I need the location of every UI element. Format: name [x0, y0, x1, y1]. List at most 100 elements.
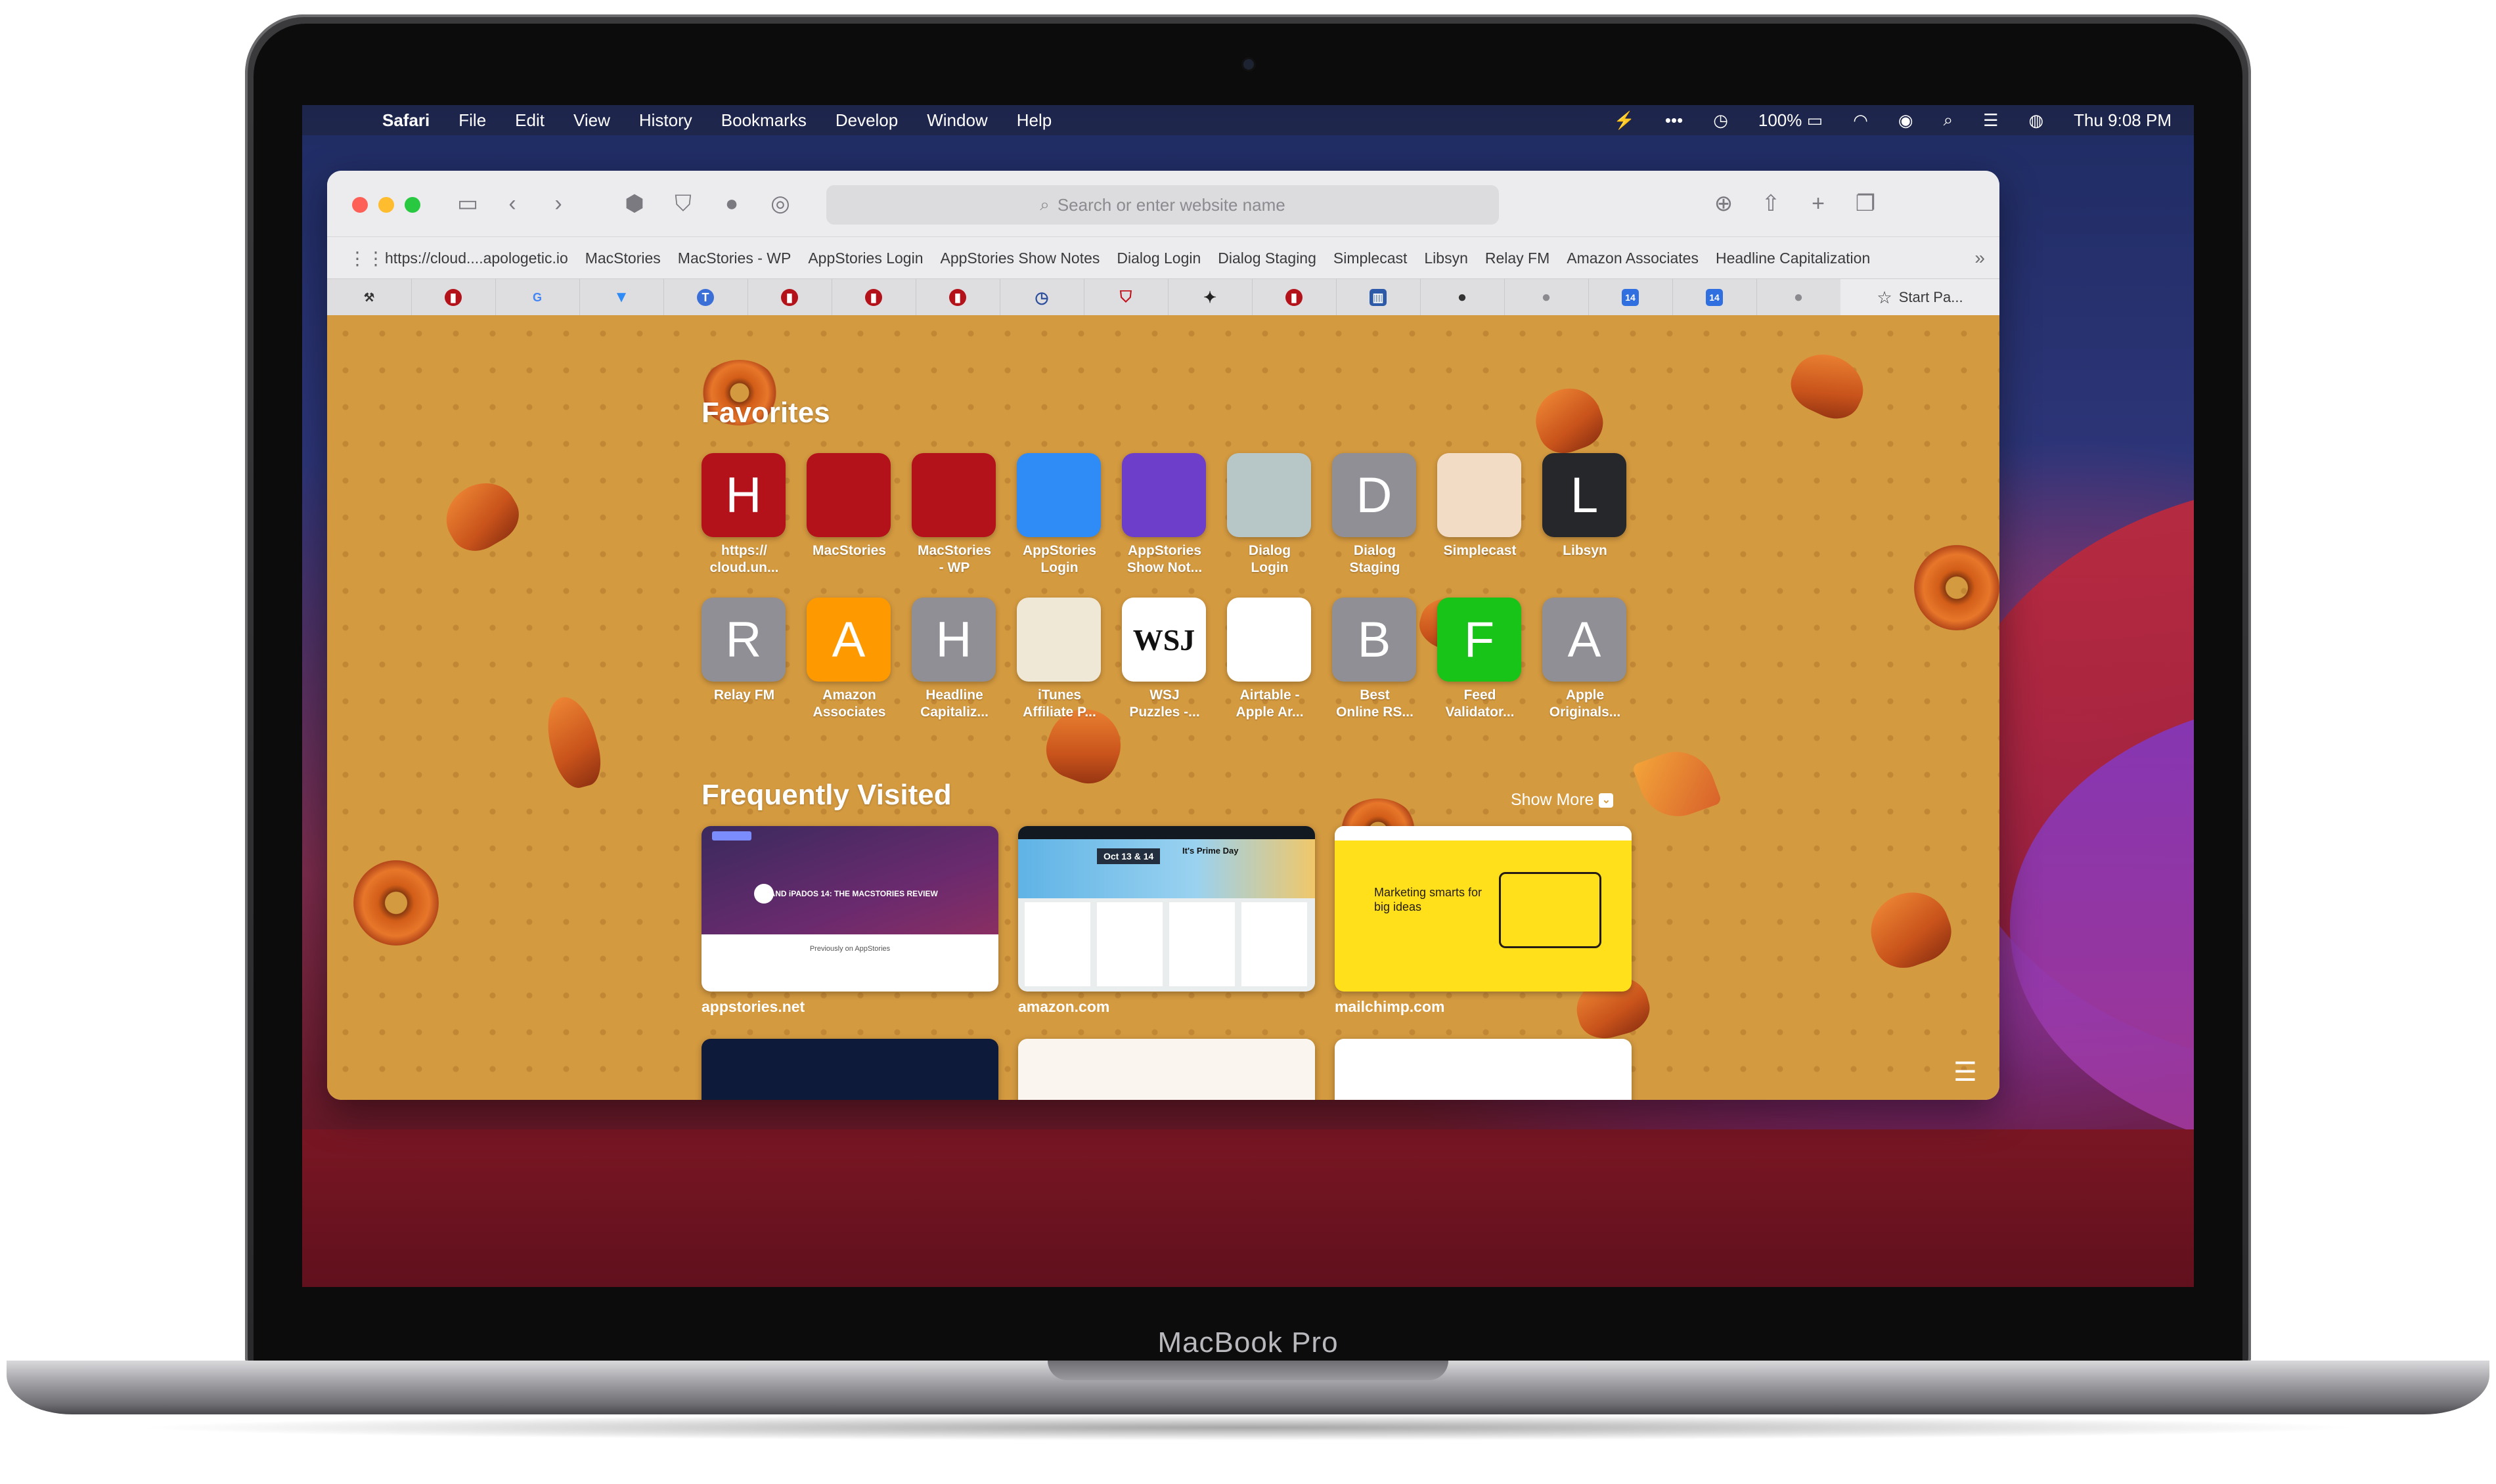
favorite-item[interactable]: Hhttps:// cloud.un...	[702, 453, 787, 577]
battery-status[interactable]: 100% ▭	[1758, 110, 1823, 131]
minimize-window-button[interactable]	[378, 197, 394, 213]
favorites-bar-item[interactable]: Simplecast	[1333, 250, 1407, 267]
menu-bookmarks[interactable]: Bookmarks	[721, 110, 807, 131]
tab[interactable]: 14	[1588, 279, 1673, 316]
tab[interactable]: ▮	[411, 279, 496, 316]
tab[interactable]: ⚒	[327, 279, 412, 316]
frequent-site-thumbnail[interactable]: Oct 13 & 14 It's Prime Day	[1018, 826, 1315, 992]
favorites-bar-item[interactable]: Dialog Staging	[1218, 250, 1316, 267]
spotlight-icon[interactable]: ⌕	[1944, 110, 1953, 131]
siri-icon[interactable]: ◍	[2028, 110, 2043, 131]
tab[interactable]: ▮	[1252, 279, 1337, 316]
favorite-item[interactable]: R Relay FM	[702, 598, 787, 704]
favorite-label: Libsyn	[1563, 543, 1607, 558]
tab[interactable]: ◷	[1000, 279, 1084, 316]
menu-file[interactable]: File	[458, 110, 486, 131]
menu-develop[interactable]: Develop	[836, 110, 898, 131]
favorites-bar-item[interactable]: Amazon Associates	[1567, 250, 1699, 267]
grammarly-icon[interactable]: ●	[717, 189, 746, 218]
tab[interactable]: G	[495, 279, 580, 316]
shortcuts-icon[interactable]: ⚡	[1614, 110, 1635, 131]
favorites-bar-item[interactable]: MacStories	[585, 250, 661, 267]
close-window-button[interactable]	[352, 197, 368, 213]
favorite-item[interactable]: A Apple Originals...	[1542, 598, 1628, 721]
privacy-shield-icon[interactable]: ⛉	[669, 189, 698, 218]
favorite-item[interactable]: B Best Online RS...	[1332, 598, 1417, 721]
downloads-icon[interactable]: ⊕	[1709, 189, 1738, 218]
tab-overview-icon[interactable]: ❐	[1851, 189, 1880, 218]
frequent-site-label[interactable]: appstories.net	[702, 998, 805, 1016]
favorite-item[interactable]: L Libsyn	[1542, 453, 1628, 559]
menu-view[interactable]: View	[573, 110, 610, 131]
tab[interactable]: ▼	[579, 279, 664, 316]
tab[interactable]: ●	[1756, 279, 1841, 316]
tools-icon: ⚒	[363, 290, 375, 304]
frequent-site-label[interactable]: mailchimp.com	[1335, 998, 1444, 1016]
favorites-bar-item[interactable]: Relay FM	[1485, 250, 1549, 267]
favorites-bar-item[interactable]: AppStories Login	[808, 250, 923, 267]
tab[interactable]: ●	[1420, 279, 1505, 316]
tab[interactable]: ▮	[832, 279, 916, 316]
customize-start-page-icon[interactable]: ☰	[1953, 1057, 1986, 1087]
favorite-item[interactable]: Airtable - Apple Ar...	[1227, 598, 1312, 721]
sidebar-toggle-icon[interactable]: ▭	[453, 189, 482, 218]
favorite-item[interactable]: D Dialog Staging	[1332, 453, 1417, 577]
favorite-item[interactable]: H Headline Capitaliz...	[912, 598, 997, 721]
favorites-bar-item[interactable]: MacStories - WP	[678, 250, 791, 267]
frequent-site-thumbnail[interactable]: iOS AND iPADOS 14: THE MACSTORIES REVIEW…	[702, 826, 998, 992]
frequent-site-label[interactable]: amazon.com	[1018, 998, 1109, 1016]
control-center-icon[interactable]: ☰	[1983, 110, 1998, 131]
menu-app-name[interactable]: Safari	[382, 110, 430, 131]
tab[interactable]: ▮	[916, 279, 1000, 316]
tab[interactable]: ●	[1504, 279, 1589, 316]
menu-clock[interactable]: Thu 9:08 PM	[2074, 110, 2172, 131]
tab[interactable]: ▮	[747, 279, 832, 316]
zoom-window-button[interactable]	[405, 197, 420, 213]
taco-decoration	[434, 470, 529, 561]
time-machine-icon[interactable]: ◷	[1713, 110, 1728, 131]
frequent-site-thumbnail[interactable]	[1018, 1039, 1315, 1100]
favorite-item[interactable]: Dialog Login	[1227, 453, 1312, 577]
new-tab-icon[interactable]: +	[1804, 189, 1833, 218]
frequent-site-thumbnail[interactable]	[702, 1039, 998, 1100]
favorite-item[interactable]: WSJ WSJ Puzzles -...	[1122, 598, 1207, 721]
chevron-more-icon[interactable]: »	[1974, 248, 1985, 269]
tab-start-page[interactable]: ☆ Start Pa...	[1840, 279, 1999, 316]
favorites-bar-item[interactable]: Libsyn	[1424, 250, 1467, 267]
address-bar[interactable]: ⌕ Search or enter website name	[826, 185, 1499, 225]
favorite-item[interactable]: AppStories Show Not...	[1122, 453, 1207, 577]
share-icon[interactable]: ⇧	[1756, 189, 1785, 218]
extension-cube-icon[interactable]: ⬢	[620, 189, 649, 218]
grid-icon[interactable]: ⋮⋮	[348, 248, 385, 269]
frequent-site-thumbnail[interactable]: Marketing smarts for big ideas	[1335, 826, 1632, 992]
show-more-button[interactable]: Show More ⌄	[1511, 791, 1614, 810]
favorite-item[interactable]: MacStories - WP	[912, 453, 997, 577]
favorites-bar-item[interactable]: AppStories Show Notes	[941, 250, 1100, 267]
favorite-item[interactable]: MacStories	[807, 453, 892, 559]
frequent-site-thumbnail[interactable]	[1335, 1039, 1632, 1100]
user-icon[interactable]: ◉	[1898, 110, 1913, 131]
favorite-item[interactable]: A Amazon Associates	[807, 598, 892, 721]
tab[interactable]: ▥	[1336, 279, 1421, 316]
menu-help[interactable]: Help	[1017, 110, 1052, 131]
favorite-item[interactable]: AppStories Login	[1017, 453, 1102, 577]
favorite-item[interactable]: F Feed Validator...	[1437, 598, 1523, 721]
menu-history[interactable]: History	[639, 110, 692, 131]
favorite-item[interactable]: Simplecast	[1437, 453, 1523, 559]
tab-start-page-label: Start Pa...	[1898, 289, 1963, 305]
back-icon[interactable]: ‹	[498, 189, 527, 218]
forward-icon[interactable]: ›	[544, 189, 573, 218]
tab[interactable]: ⛉	[1084, 279, 1169, 316]
onepassword-icon[interactable]: ◎	[766, 189, 795, 218]
menu-window[interactable]: Window	[927, 110, 987, 131]
favorites-bar-item[interactable]: Headline Capitalization	[1716, 250, 1870, 267]
wifi-icon[interactable]: ◠	[1853, 110, 1868, 131]
favorite-item[interactable]: iTunes Affiliate P...	[1017, 598, 1102, 721]
favorites-bar-item[interactable]: https://cloud....apologetic.io	[385, 250, 568, 267]
menu-edit[interactable]: Edit	[515, 110, 545, 131]
tab[interactable]: ✦	[1168, 279, 1253, 316]
favorites-bar-item[interactable]: Dialog Login	[1117, 250, 1201, 267]
tab[interactable]: 14	[1672, 279, 1757, 316]
tab[interactable]: T	[663, 279, 748, 316]
more-icon[interactable]: •••	[1665, 110, 1683, 131]
